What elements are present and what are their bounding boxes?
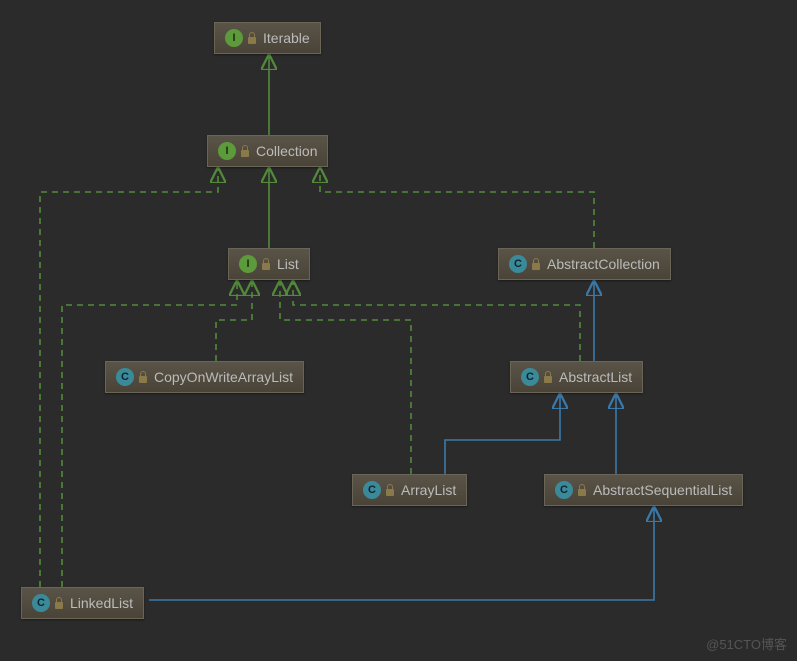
interface-icon: I — [239, 255, 257, 273]
node-linkedlist[interactable]: C LinkedList — [21, 587, 144, 619]
lock-icon — [240, 145, 250, 157]
interface-icon: I — [225, 29, 243, 47]
lock-icon — [385, 484, 395, 496]
class-icon: C — [32, 594, 50, 612]
node-label: AbstractCollection — [547, 256, 660, 272]
node-label: ArrayList — [401, 482, 456, 498]
class-icon: C — [509, 255, 527, 273]
node-label: AbstractSequentialList — [593, 482, 732, 498]
lock-icon — [247, 32, 257, 44]
node-abstractlist[interactable]: C AbstractList — [510, 361, 643, 393]
node-iterable[interactable]: I Iterable — [214, 22, 321, 54]
node-abstractsequentiallist[interactable]: C AbstractSequentialList — [544, 474, 743, 506]
lock-icon — [54, 597, 64, 609]
node-copyonwritearraylist[interactable]: C CopyOnWriteArrayList — [105, 361, 304, 393]
lock-icon — [138, 371, 148, 383]
class-icon: C — [363, 481, 381, 499]
node-abstractcollection[interactable]: C AbstractCollection — [498, 248, 671, 280]
node-arraylist[interactable]: C ArrayList — [352, 474, 467, 506]
interface-icon: I — [218, 142, 236, 160]
node-label: Collection — [256, 143, 317, 159]
lock-icon — [577, 484, 587, 496]
node-label: List — [277, 256, 299, 272]
node-label: AbstractList — [559, 369, 632, 385]
class-icon: C — [116, 368, 134, 386]
lock-icon — [261, 258, 271, 270]
lock-icon — [543, 371, 553, 383]
node-collection[interactable]: I Collection — [207, 135, 328, 167]
diagram-edges — [0, 0, 797, 661]
node-list[interactable]: I List — [228, 248, 310, 280]
lock-icon — [531, 258, 541, 270]
watermark: @51CTO博客 — [706, 634, 787, 653]
class-icon: C — [521, 368, 539, 386]
node-label: CopyOnWriteArrayList — [154, 369, 293, 385]
node-label: Iterable — [263, 30, 310, 46]
class-icon: C — [555, 481, 573, 499]
node-label: LinkedList — [70, 595, 133, 611]
